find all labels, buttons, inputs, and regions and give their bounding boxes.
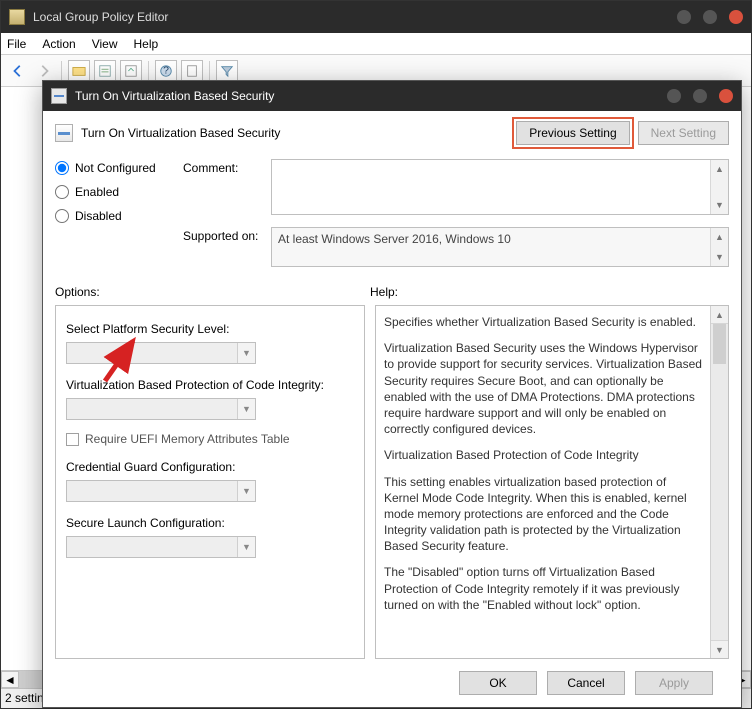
- close-button[interactable]: [729, 10, 743, 24]
- scroll-thumb[interactable]: [713, 324, 726, 364]
- setting-grid: Not Configured Enabled Disabled Comment:…: [55, 159, 729, 267]
- previous-setting-button[interactable]: Previous Setting: [516, 121, 629, 145]
- opt-uefi-checkbox-row[interactable]: Require UEFI Memory Attributes Table: [66, 432, 354, 446]
- radio-enabled-label: Enabled: [75, 185, 119, 199]
- scroll-down-icon[interactable]: ▼: [711, 248, 728, 266]
- chevron-down-icon: ▼: [237, 537, 255, 557]
- chevron-down-icon: ▼: [237, 399, 255, 419]
- parent-title: Local Group Policy Editor: [33, 10, 665, 24]
- policy-icon: [51, 88, 67, 104]
- comment-textarea[interactable]: ▲▼: [271, 159, 729, 215]
- opt-securelaunch-select[interactable]: ▼: [66, 536, 256, 558]
- help-p1: Specifies whether Virtualization Based S…: [384, 314, 702, 330]
- parent-titlebar[interactable]: Local Group Policy Editor: [1, 1, 751, 33]
- section-labels: Options: Help:: [55, 285, 729, 299]
- dialog-header-row: Turn On Virtualization Based Security Pr…: [55, 121, 729, 145]
- radio-disabled[interactable]: Disabled: [55, 209, 175, 223]
- supported-label: Supported on:: [183, 227, 263, 267]
- opt-platform-select[interactable]: ▼: [66, 342, 256, 364]
- cancel-button[interactable]: Cancel: [547, 671, 625, 695]
- dialog-close-button[interactable]: [719, 89, 733, 103]
- comment-label: Comment:: [183, 159, 263, 215]
- ok-button[interactable]: OK: [459, 671, 537, 695]
- state-radio-group: Not Configured Enabled Disabled: [55, 159, 175, 267]
- supported-scroll[interactable]: ▲▼: [710, 228, 728, 266]
- next-setting-button[interactable]: Next Setting: [638, 121, 729, 145]
- help-label: Help:: [370, 285, 398, 299]
- separator: [148, 61, 149, 81]
- dialog-button-row: OK Cancel Apply: [55, 659, 729, 707]
- policy-dialog: Turn On Virtualization Based Security Tu…: [42, 80, 742, 708]
- scroll-left-icon[interactable]: ◄: [1, 671, 19, 688]
- dialog-minimize-button[interactable]: [667, 89, 681, 103]
- help-p4: This setting enables virtualization base…: [384, 474, 702, 555]
- opt-vbpci-select[interactable]: ▼: [66, 398, 256, 420]
- opt-platform-label: Select Platform Security Level:: [66, 322, 354, 336]
- minimize-button[interactable]: [677, 10, 691, 24]
- help-p3: Virtualization Based Protection of Code …: [384, 447, 702, 463]
- radio-disabled-input[interactable]: [55, 209, 69, 223]
- tool-filter-icon[interactable]: [216, 60, 238, 82]
- opt-uefi-label: Require UEFI Memory Attributes Table: [85, 432, 290, 446]
- supported-on-text: At least Windows Server 2016, Windows 10: [278, 232, 511, 246]
- help-p5: The "Disabled" option turns off Virtuali…: [384, 564, 702, 613]
- opt-credguard-select[interactable]: ▼: [66, 480, 256, 502]
- gpedit-icon: [9, 9, 25, 25]
- help-p2: Virtualization Based Security uses the W…: [384, 340, 702, 437]
- radio-not-configured-input[interactable]: [55, 161, 69, 175]
- comment-scroll[interactable]: ▲▼: [710, 160, 728, 214]
- supported-on-box: At least Windows Server 2016, Windows 10…: [271, 227, 729, 267]
- tool-export-icon[interactable]: [120, 60, 142, 82]
- scroll-down-icon[interactable]: ▼: [711, 640, 728, 658]
- menu-file[interactable]: File: [7, 37, 26, 51]
- tool-folder-icon[interactable]: [68, 60, 90, 82]
- opt-credguard-label: Credential Guard Configuration:: [66, 460, 354, 474]
- back-icon[interactable]: [7, 60, 29, 82]
- apply-button[interactable]: Apply: [635, 671, 713, 695]
- separator: [61, 61, 62, 81]
- scroll-up-icon[interactable]: ▲: [711, 306, 728, 324]
- scroll-up-icon[interactable]: ▲: [711, 160, 728, 178]
- menu-view[interactable]: View: [92, 37, 118, 51]
- setting-heading: Turn On Virtualization Based Security: [81, 126, 508, 140]
- menu-help[interactable]: Help: [134, 37, 159, 51]
- scroll-up-icon[interactable]: ▲: [711, 228, 728, 246]
- radio-enabled[interactable]: Enabled: [55, 185, 175, 199]
- dialog-title: Turn On Virtualization Based Security: [75, 89, 655, 103]
- options-label: Options:: [55, 285, 370, 299]
- scroll-track[interactable]: [711, 324, 728, 640]
- chevron-down-icon: ▼: [237, 343, 255, 363]
- separator: [209, 61, 210, 81]
- tool-list-icon[interactable]: [94, 60, 116, 82]
- scroll-down-icon[interactable]: ▼: [711, 196, 728, 214]
- menu-action[interactable]: Action: [42, 37, 75, 51]
- radio-not-configured[interactable]: Not Configured: [55, 161, 175, 175]
- chevron-down-icon: ▼: [237, 481, 255, 501]
- help-text: Specifies whether Virtualization Based S…: [376, 306, 710, 658]
- help-scrollbar[interactable]: ▲ ▼: [710, 306, 728, 658]
- tool-help-icon[interactable]: ?: [155, 60, 177, 82]
- svg-text:?: ?: [163, 64, 169, 76]
- menubar: File Action View Help: [1, 33, 751, 55]
- radio-not-configured-label: Not Configured: [75, 161, 156, 175]
- opt-vbpci-label: Virtualization Based Protection of Code …: [66, 378, 354, 392]
- opt-securelaunch-label: Secure Launch Configuration:: [66, 516, 354, 530]
- dialog-body: Turn On Virtualization Based Security Pr…: [43, 111, 741, 707]
- maximize-button[interactable]: [703, 10, 717, 24]
- radio-enabled-input[interactable]: [55, 185, 69, 199]
- radio-disabled-label: Disabled: [75, 209, 122, 223]
- dialog-titlebar[interactable]: Turn On Virtualization Based Security: [43, 81, 741, 111]
- dialog-maximize-button[interactable]: [693, 89, 707, 103]
- options-panel: Select Platform Security Level: ▼ Virtua…: [55, 305, 365, 659]
- forward-icon[interactable]: [33, 60, 55, 82]
- panels: Select Platform Security Level: ▼ Virtua…: [55, 305, 729, 659]
- help-panel: Specifies whether Virtualization Based S…: [375, 305, 729, 659]
- tool-props-icon[interactable]: [181, 60, 203, 82]
- setting-icon: [55, 124, 73, 142]
- opt-uefi-checkbox[interactable]: [66, 433, 79, 446]
